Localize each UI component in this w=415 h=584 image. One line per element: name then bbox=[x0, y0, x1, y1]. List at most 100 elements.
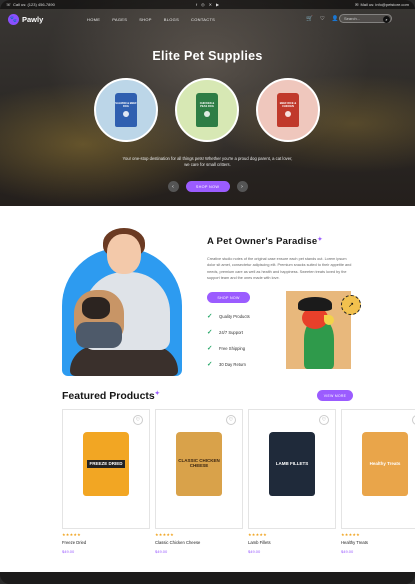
product-name[interactable]: Healthy Treats bbox=[341, 540, 368, 545]
nav-menu: HOME PAGES SHOP BLOGS CONTACTS bbox=[87, 17, 215, 22]
page-frame: ☏ Call us: (123) 456-7890 f ◎ ✕ ▶ ✉ Mail… bbox=[0, 0, 415, 584]
main-nav: 🐾 Pawly HOME PAGES SHOP BLOGS CONTACTS 🛒… bbox=[0, 9, 415, 29]
check-icon: ✓ bbox=[207, 329, 213, 336]
nav-item-blogs[interactable]: BLOGS bbox=[164, 17, 179, 22]
bag-emblem-icon bbox=[285, 111, 291, 118]
hero-section: ☏ Call us: (123) 456-7890 f ◎ ✕ ▶ ✉ Mail… bbox=[0, 0, 415, 206]
nav-item-home[interactable]: HOME bbox=[87, 17, 100, 22]
product-image: FREEZE DRIED bbox=[83, 432, 129, 496]
product-name[interactable]: Classic Chicken Cheese bbox=[155, 540, 200, 545]
sparkle-icon: ✦ bbox=[154, 391, 160, 397]
hero-product-label-2: CHICKEN & PEAS DOG bbox=[199, 101, 215, 108]
about-title-text: A Pet Owner's Paradise bbox=[207, 236, 318, 247]
product-bag-label: LAMB FILLETS bbox=[275, 460, 309, 466]
check-icon: ✓ bbox=[207, 345, 213, 352]
feature-item: ✓ 24/7 Support bbox=[207, 328, 250, 337]
prev-arrow-icon[interactable]: ‹ bbox=[167, 181, 179, 192]
product-info: ★★★★★ Classic Chicken Cheese $49.00 bbox=[155, 532, 200, 554]
product-card[interactable]: ♡ CLASSIC CHICKEN CHEESE bbox=[155, 409, 243, 529]
hero-product-circle-1[interactable]: SALMON & BEEF DOG bbox=[94, 78, 158, 142]
footer-strip bbox=[0, 572, 415, 584]
rating-stars: ★★★★★ bbox=[248, 532, 267, 537]
product-image: Healthy Treats bbox=[362, 432, 408, 496]
instagram-icon[interactable]: ◎ bbox=[201, 2, 205, 7]
bag-emblem-icon bbox=[204, 111, 210, 118]
product-price: $49.00 bbox=[248, 549, 261, 554]
next-arrow-icon[interactable]: › bbox=[236, 181, 248, 192]
product-bag-label: Healthy Treats bbox=[369, 460, 401, 466]
twitter-icon[interactable]: ✕ bbox=[209, 2, 212, 7]
rating-stars: ★★★★★ bbox=[62, 532, 81, 537]
product-card[interactable]: ♡ LAMB FILLETS bbox=[248, 409, 336, 529]
product-bag-label: FREEZE DRIED bbox=[87, 459, 125, 469]
product-card[interactable]: ♡ FREEZE DRIED bbox=[62, 409, 150, 529]
youtube-icon[interactable]: ▶ bbox=[216, 2, 219, 7]
cart-icon[interactable]: 🛒 bbox=[306, 16, 313, 22]
nav-item-pages[interactable]: PAGES bbox=[112, 17, 127, 22]
content-section: A Pet Owner's Paradise✦ Creative studio … bbox=[0, 206, 415, 572]
about-title: A Pet Owner's Paradise✦ bbox=[207, 236, 323, 247]
nav-item-shop[interactable]: SHOP bbox=[139, 17, 152, 22]
product-info: ★★★★★ Freeze Dried $49.00 bbox=[62, 532, 86, 554]
product-price: $49.00 bbox=[62, 549, 75, 554]
about-shop-button[interactable]: SHOP NOW bbox=[207, 292, 250, 303]
feature-list: ✓ Quality Products ✓ 24/7 Support ✓ Free… bbox=[207, 312, 250, 369]
feature-item: ✓ 30 Day Return bbox=[207, 360, 250, 369]
hero-product-bag-3: BEEF RICE & CHICKEN bbox=[277, 93, 299, 127]
hero-title: Elite Pet Supplies bbox=[152, 49, 263, 63]
check-icon: ✓ bbox=[207, 313, 213, 320]
mail-icon: ✉ bbox=[355, 2, 359, 7]
sparkle-icon: ✦ bbox=[317, 237, 323, 243]
about-text: Creative studio notes of the original ca… bbox=[207, 257, 352, 280]
wishlist-heart-icon[interactable]: ♡ bbox=[319, 415, 329, 425]
heart-icon[interactable]: ♡ bbox=[320, 16, 325, 22]
feature-item: ✓ Free Shipping bbox=[207, 344, 250, 353]
product-card[interactable]: ♡ Healthy Treats bbox=[341, 409, 415, 529]
phone-info: ☏ Call us: (123) 456-7890 bbox=[6, 2, 55, 7]
phone-text: Call us: (123) 456-7890 bbox=[13, 2, 55, 7]
product-info: ★★★★★ Lamb Fillets $49.00 bbox=[248, 532, 271, 554]
product-price: $49.00 bbox=[341, 549, 354, 554]
email-text: Mail us: info@petstore.com bbox=[360, 2, 409, 7]
owner-with-dog-image bbox=[62, 228, 182, 376]
phone-icon: ☏ bbox=[6, 2, 12, 7]
product-carousel: ♡ FREEZE DRIED ★★★★★ Freeze Dried $49.00… bbox=[62, 409, 415, 559]
search-box[interactable]: Search... ⌕ bbox=[339, 14, 392, 23]
rating-stars: ★★★★★ bbox=[155, 532, 174, 537]
search-icon[interactable]: ⌕ bbox=[383, 16, 390, 23]
product-name[interactable]: Freeze Dried bbox=[62, 540, 86, 545]
hero-product-label-3: BEEF RICE & CHICKEN bbox=[279, 101, 297, 108]
hero-subtitle: Your one-stop destination for all things… bbox=[122, 156, 293, 168]
user-icon[interactable]: 👤 bbox=[332, 16, 339, 22]
bag-emblem-icon bbox=[123, 111, 129, 118]
hero-product-circle-2[interactable]: CHICKEN & PEAS DOG bbox=[175, 78, 239, 142]
product-bag-label: CLASSIC CHICKEN CHEESE bbox=[178, 458, 220, 468]
hero-product-label-1: SALMON & BEEF DOG bbox=[115, 101, 137, 108]
social-links: f ◎ ✕ ▶ bbox=[196, 2, 219, 7]
nav-item-contacts[interactable]: CONTACTS bbox=[191, 17, 215, 22]
hero-product-bag-1: SALMON & BEEF DOG bbox=[115, 93, 137, 127]
feature-label: 24/7 Support bbox=[219, 330, 243, 335]
rating-stars: ★★★★★ bbox=[341, 532, 360, 537]
wishlist-heart-icon[interactable]: ♡ bbox=[133, 415, 143, 425]
feature-label: Quality Products bbox=[219, 314, 250, 319]
hero-product-bag-2: CHICKEN & PEAS DOG bbox=[196, 93, 218, 127]
wishlist-heart-icon[interactable]: ♡ bbox=[226, 415, 236, 425]
check-icon: ✓ bbox=[207, 361, 213, 368]
hero-product-circle-3[interactable]: BEEF RICE & CHICKEN bbox=[256, 78, 320, 142]
feature-label: Free Shipping bbox=[219, 346, 246, 351]
hero-shop-button[interactable]: SHOP NOW bbox=[185, 181, 230, 192]
facebook-icon[interactable]: f bbox=[196, 2, 197, 7]
featured-title: Featured Products✦ bbox=[62, 390, 160, 402]
product-price: $49.00 bbox=[155, 549, 168, 554]
nav-icons: 🛒 ♡ 👤 bbox=[306, 16, 339, 22]
view-more-button[interactable]: VIEW MORE bbox=[317, 390, 353, 401]
search-input[interactable]: Search... bbox=[344, 16, 360, 21]
feature-label: 30 Day Return bbox=[219, 362, 246, 367]
arrow-badge-icon[interactable]: ↗ bbox=[341, 295, 361, 315]
feature-item: ✓ Quality Products bbox=[207, 312, 250, 321]
hero-controls: ‹ SHOP NOW › bbox=[0, 181, 415, 192]
top-bar: ☏ Call us: (123) 456-7890 f ◎ ✕ ▶ ✉ Mail… bbox=[0, 0, 415, 9]
logo[interactable]: 🐾 Pawly bbox=[8, 13, 43, 25]
product-name[interactable]: Lamb Fillets bbox=[248, 540, 271, 545]
